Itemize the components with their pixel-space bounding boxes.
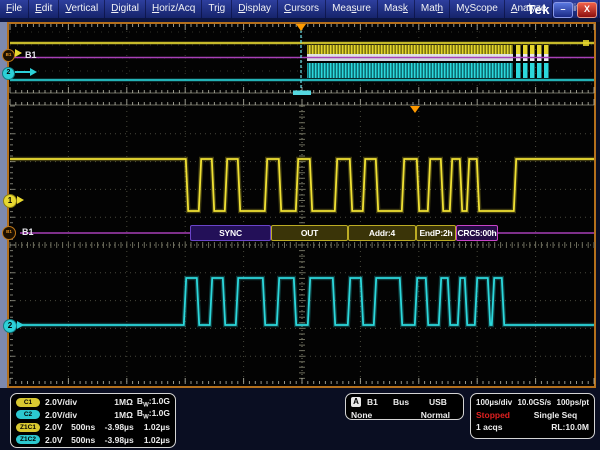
- ch1-badge[interactable]: C1: [16, 398, 40, 407]
- trigger-bus-type: USB: [429, 397, 447, 407]
- ch2-bandwidth: BW:1.0G: [137, 408, 170, 421]
- menu-bar: FileEditVerticalDigitalHoriz/AcqTrigDisp…: [0, 0, 600, 18]
- acq-status-row: Stopped Single Seq: [476, 409, 589, 422]
- menu-file[interactable]: File: [0, 0, 29, 18]
- ch2-marker[interactable]: 2: [3, 319, 17, 333]
- z1c1-timebase: 500ns: [71, 422, 105, 432]
- bus-field-out: OUT: [271, 225, 348, 241]
- z1c2-timebase: 500ns: [71, 435, 105, 445]
- trigger-readout-panel: A B1 Bus USB None Normal: [345, 393, 464, 420]
- bus-field-sync: SYNC: [190, 225, 271, 241]
- menu-cursors[interactable]: Cursors: [278, 0, 326, 18]
- acq-mode: Single Seq: [522, 410, 589, 420]
- trigger-source-row: A B1 Bus USB: [351, 396, 458, 409]
- ch2-arrow-icon-overview: [30, 68, 37, 76]
- bus-label-overview: B1: [25, 50, 37, 60]
- record-length: RL:10.0M: [551, 422, 589, 432]
- trigger-type: Bus: [393, 397, 429, 407]
- z1c2-width: 1.02µs: [144, 435, 170, 445]
- close-button[interactable]: X: [577, 2, 597, 18]
- trigger-mode: Normal: [421, 410, 450, 420]
- ch2-scale: 2.0V/div: [45, 410, 96, 420]
- ch2-marker-overview[interactable]: 2: [2, 67, 15, 80]
- menu-math[interactable]: Math: [415, 0, 450, 18]
- ch1-arrow-icon-overview: [15, 49, 22, 57]
- trigger-mode-row: None Normal: [351, 409, 458, 422]
- waveform-window-frame: [7, 22, 596, 388]
- tek-logo: Tek: [527, 2, 550, 17]
- ch1-impedance: 1MΩ: [96, 397, 133, 407]
- ch2-arrow-icon: [17, 321, 24, 329]
- zoom-window-handle[interactable]: [291, 88, 313, 97]
- horizontal-readout-panel: 100µs/div 10.0GS/s 100ps/pt Stopped Sing…: [470, 393, 595, 439]
- ch2-impedance: 1MΩ: [96, 410, 133, 420]
- acq-status: Stopped: [476, 410, 522, 420]
- z1c2-badge[interactable]: Z1C2: [16, 435, 40, 444]
- ch1-readout-row: C1 2.0V/div 1MΩ BW:1.0G: [16, 396, 170, 409]
- menu-digital[interactable]: Digital: [105, 0, 146, 18]
- menu-items: FileEditVerticalDigitalHoriz/AcqTrigDisp…: [0, 0, 600, 18]
- bus-field-crc: CRC5:00h: [456, 225, 498, 241]
- bus-label: B1: [22, 227, 34, 237]
- sample-rate: 10.0GS/s: [512, 398, 556, 407]
- channel-readout-panel: C1 2.0V/div 1MΩ BW:1.0G C2 2.0V/div 1MΩ …: [10, 393, 176, 448]
- right-gutter: [596, 22, 600, 388]
- readout-bar: C1 2.0V/div 1MΩ BW:1.0G C2 2.0V/div 1MΩ …: [0, 388, 600, 450]
- z1c1-scale: 2.0V: [45, 422, 71, 432]
- horizontal-scale-row: 100µs/div 10.0GS/s 100ps/pt: [476, 396, 589, 409]
- ch1-marker[interactable]: 1: [3, 194, 17, 208]
- zoom1-ch2-readout-row: Z1C2 2.0V 500ns -3.98µs 1.02µs: [16, 434, 170, 447]
- z1c2-delay: -3.98µs: [105, 435, 144, 445]
- menu-display[interactable]: Display: [232, 0, 278, 18]
- acq-count-row: 1 acqs RL:10.0M: [476, 421, 589, 434]
- ch2-badge[interactable]: C2: [16, 410, 40, 419]
- oscilloscope-app: FileEditVerticalDigitalHoriz/AcqTrigDisp…: [0, 0, 600, 450]
- bus-marker[interactable]: B1: [2, 226, 16, 240]
- acq-count: 1 acqs: [476, 422, 551, 432]
- bus-field-endp: EndP:2h: [416, 225, 456, 241]
- trigger-a-badge: A: [351, 397, 361, 407]
- horizontal-scale: 100µs/div: [476, 398, 512, 407]
- ch2-readout-row: C2 2.0V/div 1MΩ BW:1.0G: [16, 409, 170, 422]
- menu-trig[interactable]: Trig: [202, 0, 232, 18]
- z1c1-width: 1.02µs: [144, 422, 170, 432]
- bus-marker-overview[interactable]: B1: [2, 49, 15, 62]
- menu-myscope[interactable]: MyScope: [450, 0, 505, 18]
- z1c1-delay: -3.98µs: [105, 422, 144, 432]
- menu-edit[interactable]: Edit: [29, 0, 59, 18]
- menu-horizacq[interactable]: Horiz/Acq: [146, 0, 202, 18]
- ch1-arrow-icon: [17, 196, 24, 204]
- zoom1-ch1-readout-row: Z1C1 2.0V 500ns -3.98µs 1.02µs: [16, 421, 170, 434]
- menu-vertical[interactable]: Vertical: [59, 0, 105, 18]
- ch1-bandwidth: BW:1.0G: [137, 396, 170, 409]
- resolution: 100ps/pt: [557, 398, 589, 407]
- bus-field-addr: Addr:4: [348, 225, 416, 241]
- menu-mask[interactable]: Mask: [378, 0, 415, 18]
- z1c2-scale: 2.0V: [45, 435, 71, 445]
- trigger-holdoff: None: [351, 410, 421, 420]
- minimize-button[interactable]: –: [553, 2, 573, 18]
- ch1-scale: 2.0V/div: [45, 397, 96, 407]
- trigger-source: B1: [367, 397, 393, 407]
- ch2-arrow-tail-overview: [15, 71, 30, 73]
- z1c1-badge[interactable]: Z1C1: [16, 423, 40, 432]
- menu-measure[interactable]: Measure: [326, 0, 378, 18]
